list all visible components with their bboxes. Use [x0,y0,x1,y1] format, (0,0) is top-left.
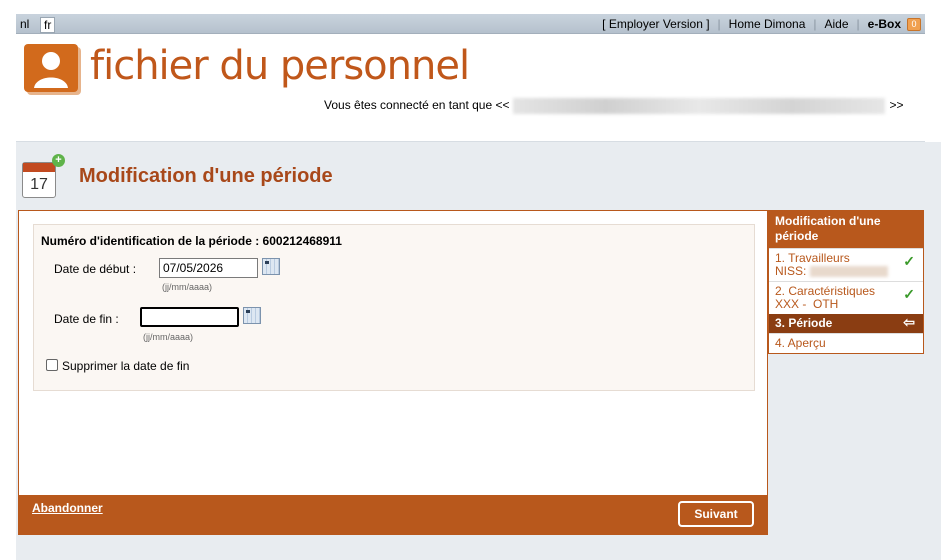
page: nl fr [ Employer Version ] | Home Dimona… [16,12,941,560]
page-title: Modification d'une période [79,165,333,187]
end-date-field[interactable] [140,307,239,327]
step-sub: NISS: [775,265,917,278]
plus-icon: + [52,154,65,167]
step-label: 3. Période [775,316,833,330]
divider: | [856,17,860,31]
start-date-label: Date de début : [54,262,137,276]
form-footer: Abandonner Suivant [19,495,767,535]
form-section: Numéro d'identification de la période : … [33,224,755,391]
step-periode[interactable]: 3. Période ⇦ [769,314,923,333]
steps-panel: Modification d'une période 1. Travailleu… [768,210,924,354]
employer-version-link[interactable]: [ Employer Version ] [602,17,709,31]
form-panel: Numéro d'identification de la période : … [18,210,768,535]
connected-as: Vous êtes connecté en tant que << >> [324,98,904,114]
delete-end-date-label[interactable]: Supprimer la date de fin [62,359,189,373]
header: fichier du personnel Vous êtes connecté … [16,34,925,142]
divider: | [717,17,721,31]
step-travailleurs[interactable]: 1. Travailleurs NISS: ✓ [769,248,923,281]
connected-suffix: >> [889,98,904,113]
step-sub: XXX - OTH [775,297,839,311]
arrow-left-icon: ⇦ [903,314,915,330]
calendar-day: 17 [30,176,48,193]
lang-nl-link[interactable]: nl [17,17,32,31]
end-date-calendar-icon[interactable] [243,307,261,324]
end-date-label: Date de fin : [54,312,119,326]
step-label: 4. Aperçu [775,336,826,350]
calendar-icon: 17 [22,162,56,198]
home-dimona-link[interactable]: Home Dimona [729,17,806,31]
next-button[interactable]: Suivant [678,501,754,527]
app-title: fichier du personnel [90,43,470,89]
check-icon: ✓ [903,253,915,269]
ebox-badge: 0 [907,17,921,31]
divider: | [813,17,817,31]
aide-link[interactable]: Aide [825,17,849,31]
start-date-hint: (jj/mm/aaaa) [162,282,213,292]
person-logo-icon [24,44,78,92]
start-date-field[interactable] [159,258,258,278]
end-date-hint: (jj/mm/aaaa) [143,332,194,342]
lang-fr-link[interactable]: fr [40,17,56,33]
step-apercu[interactable]: 4. Aperçu [769,333,923,353]
check-icon: ✓ [903,286,915,302]
periode-id: Numéro d'identification de la période : … [41,234,342,248]
redacted-niss [809,266,888,278]
top-bar: nl fr [ Employer Version ] | Home Dimona… [16,14,925,34]
steps-title: Modification d'une période [769,211,923,248]
abandon-link[interactable]: Abandonner [32,501,103,515]
delete-end-date-checkbox[interactable] [46,359,58,371]
top-links: [ Employer Version ] | Home Dimona | Aid… [602,17,921,31]
connected-prefix: Vous êtes connecté en tant que << [324,98,510,113]
redacted-user [513,98,886,114]
start-date-calendar-icon[interactable] [262,258,280,275]
ebox-link[interactable]: e-Box [868,17,901,31]
step-caracteristiques[interactable]: 2. Caractéristiques XXX - OTH ✓ [769,281,923,314]
